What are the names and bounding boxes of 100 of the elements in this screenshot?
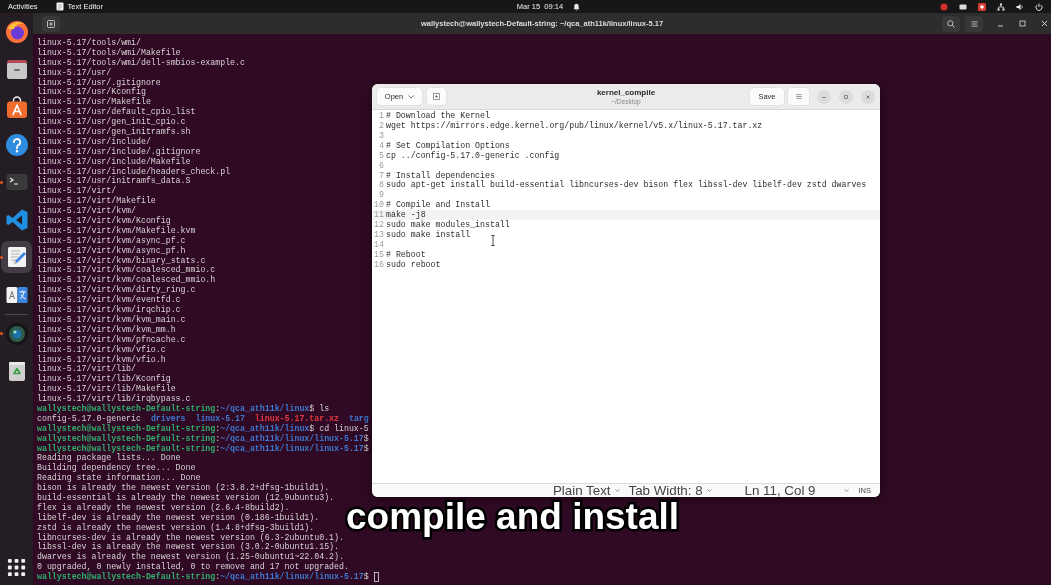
line-number: 6 bbox=[378, 160, 385, 171]
terminal-line: linux-5.17/usr/default_cpio_list bbox=[37, 107, 196, 117]
terminal-line: linux-5.17/usr/include/.gitignore bbox=[37, 146, 201, 157]
volume-icon[interactable] bbox=[1016, 2, 1024, 11]
globe-icon bbox=[4, 19, 29, 44]
terminal-line: zstd is already the newest version (1.4.8+dfsg-3build1). bbox=[37, 522, 315, 533]
terminal-line: linux-5.17/usr/ bbox=[37, 67, 112, 78]
code-line: make -j8 bbox=[385, 210, 426, 220]
caret-icon bbox=[706, 489, 712, 492]
terminal-line: linux-5.17/virt/kvm/coalesced_mmio.h bbox=[37, 275, 216, 285]
line-number: 1 bbox=[378, 111, 385, 121]
tab-width-button[interactable]: Tab Width: 8 bbox=[628, 483, 712, 497]
terminal-line: linux-5.17/virt/lib/Makefile bbox=[37, 384, 176, 394]
new-tab-icon bbox=[433, 93, 440, 100]
notepad-icon bbox=[55, 2, 64, 11]
code-line: sudo apt-get install build-essential libncurses-dev bison flex libssl-dev libelf-dev zstd dwarves bbox=[385, 180, 867, 191]
dock-app-button[interactable] bbox=[1, 241, 32, 274]
terminal-line: linux-5.17/usr/include/headers_check.pl bbox=[37, 166, 231, 177]
terminal-line: linux-5.17/usr/include/ bbox=[37, 136, 151, 147]
terminal-line: linux-5.17/usr/Kconfig bbox=[37, 87, 146, 98]
maximize-icon[interactable] bbox=[1019, 20, 1026, 27]
terminal-line: build-essential is already the newest version (12.9ubuntu3). bbox=[37, 492, 335, 503]
terminal-line: Building dependency tree... Done bbox=[37, 463, 196, 474]
search-button[interactable] bbox=[942, 15, 960, 32]
line-number: 14 bbox=[373, 240, 385, 250]
terminal-line: linux-5.17/virt/kvm/vfio.h bbox=[37, 354, 166, 364]
i-beam-pointer-icon bbox=[491, 235, 495, 246]
terminal-line: dwarves is already the newest version (1.25-0ubuntu1~22.04.2). bbox=[37, 552, 344, 563]
terminal-line: wallystech@wallystech-Default-string:~/qca_ath11k/linux$ ls bbox=[37, 403, 330, 414]
code-line: sudo make install bbox=[385, 230, 471, 240]
caret-icon bbox=[614, 489, 620, 492]
menu-icon bbox=[795, 94, 802, 99]
caret-icon bbox=[844, 489, 850, 492]
line-number: 11 bbox=[373, 210, 385, 221]
terminal-line: libssl-dev is already the newest version (3.0.2-0ubuntu1.15). bbox=[37, 542, 339, 553]
new-tab-button[interactable] bbox=[42, 15, 60, 32]
bell-icon bbox=[573, 2, 581, 11]
line-number: 8 bbox=[378, 180, 385, 191]
screen-recorder-icon[interactable] bbox=[978, 2, 986, 11]
code-line: # Install dependencies bbox=[385, 170, 495, 181]
line-number: 13 bbox=[373, 230, 385, 240]
cursor-position-button[interactable]: Ln 11, Col 9 bbox=[744, 483, 850, 497]
terminal-line: linux-5.17/virt/kvm/binary_stats.c bbox=[37, 255, 206, 266]
terminal-line: linux-5.17/virt/kvm/irqchip.c bbox=[37, 305, 181, 315]
menu-button[interactable] bbox=[965, 15, 983, 32]
code-line: # Compile and Install bbox=[385, 200, 490, 211]
close-icon[interactable] bbox=[1041, 20, 1048, 27]
terminal-line: linux-5.17/virt/lib/Kconfig bbox=[37, 374, 171, 385]
terminal-line: libncurses-dev is already the newest version (6.3-2ubuntu0.1). bbox=[37, 532, 344, 543]
terminal-line: linux-5.17/virt/kvm/kvm_main.c bbox=[37, 314, 186, 325]
shopping-bag-icon bbox=[4, 95, 29, 119]
app-grid-icon bbox=[6, 558, 27, 578]
terminal-line: flex is already the newest version (2.6.4-8build2). bbox=[37, 502, 290, 513]
code-line: cp ../config-5.17.0-generic .config bbox=[385, 150, 560, 161]
terminal-line: linux-5.17/virt/kvm/async_pf.c bbox=[37, 235, 186, 246]
search-icon bbox=[947, 19, 955, 28]
record-dot-icon[interactable] bbox=[940, 2, 948, 11]
menu-icon bbox=[970, 20, 978, 27]
terminal-line: Reading state information... Done bbox=[37, 473, 201, 483]
terminal-line: linux-5.17/virt/kvm/async_pf.h bbox=[37, 245, 186, 256]
terminal-line: linux-5.17/virt/lib/ bbox=[37, 364, 137, 374]
terminal-line: linux-5.17/tools/wmi/Makefile bbox=[37, 47, 181, 58]
tray-window-icon[interactable] bbox=[959, 2, 967, 11]
terminal-line: linux-5.17/virt/lib/irqbypass.c bbox=[37, 394, 191, 404]
caret-icon bbox=[408, 94, 415, 99]
line-number: 10 bbox=[373, 200, 385, 211]
terminal-line: bison is already the newest version (2:3.8.2+dfsg-1build1). bbox=[37, 483, 330, 493]
maximize-button[interactable] bbox=[839, 89, 853, 104]
code-line: # Download the Kernel bbox=[385, 111, 490, 121]
terminal-line: Reading package lists... Done bbox=[37, 453, 181, 464]
chevron-logo-icon bbox=[4, 207, 29, 232]
line-number: 7 bbox=[378, 170, 385, 181]
camera-lens-icon bbox=[4, 321, 29, 346]
terminal-line: linux-5.17/virt/kvm/dirty_ring.c bbox=[37, 285, 196, 296]
terminal-line: linux-5.17/tools/wmi/dell-smbios-example.c bbox=[37, 57, 245, 68]
close-icon bbox=[865, 93, 871, 100]
terminal-line: linux-5.17/virt/kvm/Makefile.kvm bbox=[37, 225, 196, 236]
terminal-line: linux-5.17/usr/gen_init_cpio.c bbox=[37, 117, 186, 127]
power-icon[interactable] bbox=[1035, 2, 1043, 11]
terminal-line: wallystech@wallystech-Default-string:~/qca_ath11k/linux/linux-5.17$ bbox=[37, 433, 369, 444]
terminal-line: linux-5.17/usr/initramfs_data.S bbox=[37, 176, 191, 186]
question-mark-icon bbox=[4, 132, 29, 157]
line-number: 16 bbox=[373, 259, 385, 270]
terminal-line: config-5.17.0-generic drivers linux-5.17 linux-5.17.tar.xz targ bbox=[37, 413, 369, 424]
code-line: sudo reboot bbox=[385, 259, 441, 270]
terminal-line: linux-5.17/virt/kvm/coalesced_mmio.c bbox=[37, 265, 216, 275]
code-line: # Set Compilation Options bbox=[385, 140, 510, 151]
terminal-line: wallystech@wallystech-Default-string:~/qca_ath11k/linux$ cd linux-5 bbox=[37, 423, 369, 434]
terminal-line: linux-5.17/usr/Makefile bbox=[37, 97, 151, 107]
terminal-line: linux-5.17/tools/wmi/ bbox=[37, 38, 141, 48]
terminal-line: linux-5.17/virt/kvm/pfncache.c bbox=[37, 334, 186, 345]
network-icon[interactable] bbox=[997, 2, 1005, 11]
terminal-line: linux-5.17/virt/kvm/vfio.c bbox=[37, 344, 166, 355]
terminal-line: 0 upgraded, 0 newly installed, 0 to remove and 17 not upgraded. bbox=[37, 562, 349, 572]
language-button[interactable]: Plain Text bbox=[552, 483, 620, 497]
terminal-line: linux-5.17/virt/kvm/kvm_mm.h bbox=[37, 324, 176, 335]
terminal-line: wallystech@wallystech-Default-string:~/qca_ath11k/linux/linux-5.17$ bbox=[37, 572, 369, 582]
line-number: 9 bbox=[378, 190, 385, 201]
code-line: wget https://mirrors.edge.kernel.org/pub/linux/kernel/v5.x/linux-5.17.tar.xz bbox=[385, 120, 763, 131]
code-line: sudo make modules_install bbox=[385, 220, 510, 230]
